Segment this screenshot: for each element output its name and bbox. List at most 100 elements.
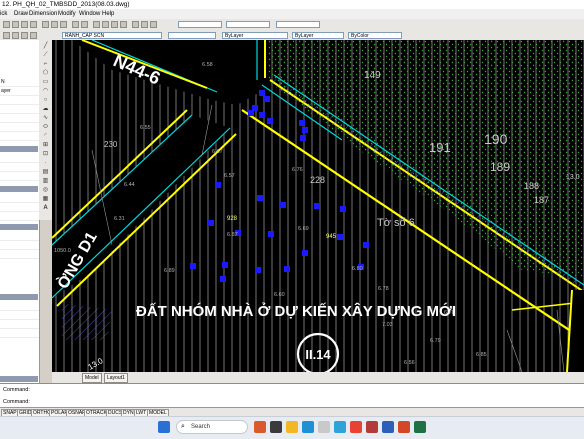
design-center-icon[interactable] [141, 21, 148, 28]
palette-row[interactable] [0, 250, 39, 259]
drawing-svg[interactable]: N44-6 ỜNG D1 149 190 191 189 188 187 228… [52, 40, 584, 372]
polygon-icon[interactable]: ⬠ [41, 69, 50, 77]
circle-icon[interactable]: ○ [41, 96, 50, 104]
palette-row[interactable] [0, 154, 39, 163]
palette-row[interactable] [0, 105, 39, 114]
palette-row[interactable] [0, 123, 39, 132]
zoom-previous-icon[interactable] [120, 21, 127, 28]
menu-item-help[interactable]: Help [102, 9, 114, 19]
copy-icon[interactable] [51, 21, 58, 28]
ellipse-icon[interactable]: ⬭ [41, 123, 50, 131]
palette-section-header[interactable] [0, 294, 38, 300]
menu-item-window[interactable]: Window [79, 9, 100, 19]
palette-row[interactable] [0, 311, 39, 320]
dim-style-select[interactable] [226, 21, 270, 28]
edge-icon[interactable] [302, 421, 314, 433]
text-style-select[interactable] [178, 21, 222, 28]
layer-select[interactable]: RANH_CAP SCN [62, 32, 162, 39]
palette-row[interactable] [0, 320, 39, 329]
command-prompt[interactable]: Command: [3, 399, 30, 406]
ellipse-arc-icon[interactable]: ◜ [41, 132, 50, 140]
palette-row[interactable] [0, 114, 39, 123]
table-icon[interactable]: ▦ [41, 195, 50, 203]
lineweight-select[interactable]: ByLayer [292, 32, 344, 39]
cut-icon[interactable] [42, 21, 49, 28]
insert-block-icon[interactable]: ⊞ [41, 141, 50, 149]
parcel-number: 187 [534, 195, 549, 205]
palette-section-header[interactable] [0, 376, 38, 382]
palette-row[interactable] [0, 194, 39, 203]
print-icon[interactable] [30, 21, 37, 28]
plotstyle-select[interactable]: ByColor [348, 32, 402, 39]
windows-start-icon[interactable] [158, 421, 170, 433]
palette-row[interactable] [0, 329, 39, 338]
revision-cloud-icon[interactable]: ☁ [41, 105, 50, 113]
zalo-icon[interactable] [334, 421, 346, 433]
command-window[interactable]: Command: Command: [0, 383, 584, 408]
palette-row[interactable] [0, 212, 39, 221]
palette-row[interactable] [0, 302, 39, 311]
sun-icon[interactable] [21, 32, 28, 39]
zoom-icon[interactable] [102, 21, 109, 28]
menu-item-modify[interactable]: Modify [58, 9, 76, 19]
palette-section-header[interactable] [0, 146, 38, 152]
palette-row[interactable] [0, 96, 39, 105]
properties-icon[interactable] [132, 21, 139, 28]
zoom-window-icon[interactable] [111, 21, 118, 28]
arc-icon[interactable]: ◠ [41, 87, 50, 95]
linetype-select[interactable]: ByLayer [222, 32, 288, 39]
spline-icon[interactable]: ∿ [41, 114, 50, 122]
polyline-icon[interactable]: ⌐ [41, 60, 50, 68]
palette-row[interactable] [0, 232, 39, 241]
region-icon[interactable]: ◎ [41, 186, 50, 194]
autocad-icon[interactable] [366, 421, 378, 433]
word-icon[interactable] [382, 421, 394, 433]
multiline-text-icon[interactable]: A [41, 204, 50, 212]
paste-icon[interactable] [60, 21, 67, 28]
drawing-canvas[interactable]: N44-6 ỜNG D1 149 190 191 189 188 187 228… [52, 40, 584, 372]
tab-layout1[interactable]: Layout1 [104, 373, 128, 383]
palette-section-header[interactable] [0, 186, 38, 192]
save-icon[interactable] [21, 21, 28, 28]
powerpoint-icon[interactable] [398, 421, 410, 433]
palette-section-header[interactable] [0, 224, 38, 230]
open-icon[interactable] [12, 21, 19, 28]
menu-item-draw[interactable]: Draw [14, 9, 28, 19]
file-explorer-icon[interactable] [286, 421, 298, 433]
layer-manager-icon[interactable] [3, 32, 10, 39]
redo-icon[interactable] [81, 21, 88, 28]
palette-row[interactable] [0, 203, 39, 212]
palette-row[interactable] [0, 172, 39, 181]
table-style-select[interactable] [276, 21, 320, 28]
task-view-icon[interactable] [270, 421, 282, 433]
lock-icon[interactable] [30, 32, 37, 39]
undo-icon[interactable] [72, 21, 79, 28]
palette-row[interactable] [0, 132, 39, 141]
store-icon[interactable] [318, 421, 330, 433]
palette-row[interactable]: N [0, 78, 39, 87]
pan-icon[interactable] [93, 21, 100, 28]
line-icon[interactable]: ╱ [41, 42, 50, 50]
palette-row[interactable] [0, 163, 39, 172]
tab-model[interactable]: Model [82, 373, 102, 383]
gradient-icon[interactable]: ▥ [41, 177, 50, 185]
point-icon[interactable]: · [41, 159, 50, 167]
chrome-icon[interactable] [350, 421, 362, 433]
hatch-icon[interactable]: ▤ [41, 168, 50, 176]
taskbar-search[interactable]: ⌕ Search [176, 420, 248, 434]
menu-item-dimension[interactable]: Dimension [29, 9, 57, 19]
color-select[interactable] [168, 32, 216, 39]
menu-item-quick[interactable]: ick [0, 9, 7, 19]
construction-line-icon[interactable]: ⟋ [41, 51, 50, 59]
excel-icon[interactable] [414, 421, 426, 433]
palette-row[interactable]: ayer [0, 87, 39, 96]
palette-row[interactable] [0, 241, 39, 250]
new-icon[interactable] [3, 21, 10, 28]
app-icon[interactable] [254, 421, 266, 433]
rectangle-icon[interactable]: ▭ [41, 78, 50, 86]
draw-toolbar: ╱ ⟋ ⌐ ⬠ ▭ ◠ ○ ☁ ∿ ⬭ ◜ ⊞ ⊡ · ▤ ▥ ◎ ▦ A [39, 40, 53, 220]
lightbulb-icon[interactable] [12, 32, 19, 39]
command-history-line: Command: [3, 387, 30, 393]
make-block-icon[interactable]: ⊡ [41, 150, 50, 158]
calculator-icon[interactable] [150, 21, 157, 28]
